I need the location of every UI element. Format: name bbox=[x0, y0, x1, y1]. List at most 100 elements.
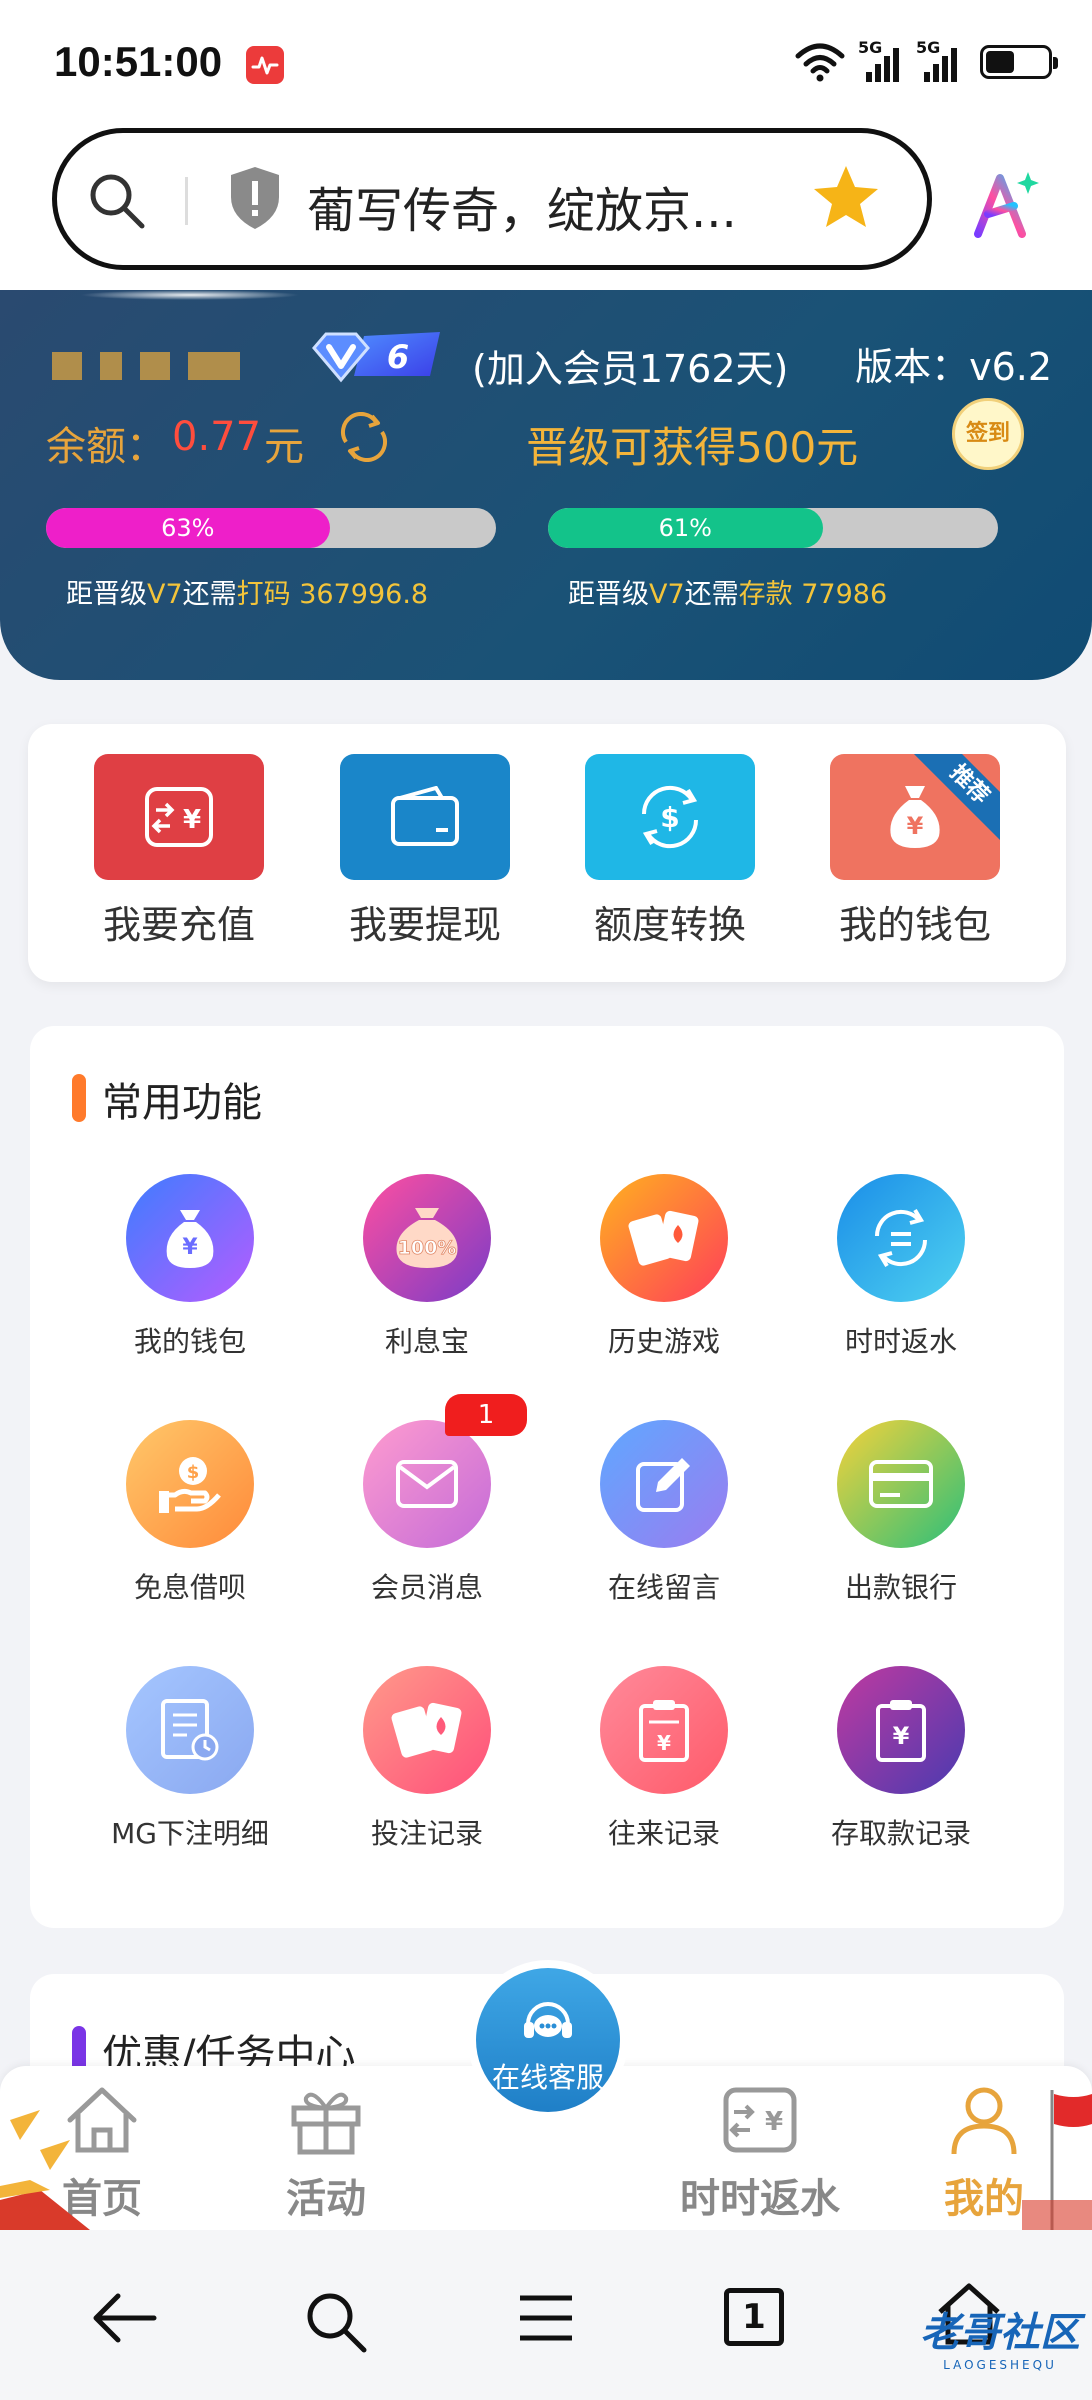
svg-text:¥: ¥ bbox=[182, 1235, 198, 1260]
withdraw-label: 我要提现 bbox=[348, 903, 501, 947]
header-glow bbox=[80, 290, 300, 300]
func-label: 会员消息 bbox=[370, 1571, 483, 1604]
func-label: 历史游戏 bbox=[607, 1325, 720, 1358]
address-text[interactable]: 葡写传奇，绽放京... bbox=[307, 171, 737, 241]
func-rebate[interactable]: 时时返水 bbox=[801, 1174, 1001, 1360]
svg-text:6: 6 bbox=[387, 338, 409, 376]
username-blurred bbox=[52, 352, 240, 380]
func-game-history[interactable]: 历史游戏 bbox=[564, 1174, 764, 1360]
ai-assistant-icon[interactable] bbox=[970, 168, 1042, 238]
bookmark-star-icon[interactable] bbox=[811, 163, 881, 231]
festive-decoration-left bbox=[0, 2110, 90, 2230]
bet-detail-icon bbox=[126, 1666, 254, 1794]
svg-text:¥: ¥ bbox=[893, 1722, 910, 1750]
bet-record-icon bbox=[363, 1666, 491, 1794]
upgrade-reward-text: 晋级可获得500元 bbox=[526, 423, 859, 472]
func-my-wallet[interactable]: ¥ 我的钱包 bbox=[90, 1174, 290, 1360]
search-nav-icon[interactable] bbox=[302, 2288, 372, 2354]
transfer-icon: $ bbox=[585, 754, 755, 880]
func-withdraw-bank[interactable]: 出款银行 bbox=[801, 1420, 1001, 1606]
menu-icon[interactable] bbox=[516, 2288, 576, 2348]
notification-app-icon bbox=[246, 46, 284, 84]
svg-text:¥: ¥ bbox=[765, 2107, 783, 2137]
func-label: 往来记录 bbox=[607, 1817, 720, 1850]
address-divider bbox=[185, 177, 188, 225]
bet-progress-bar: 63% bbox=[46, 508, 496, 548]
svg-text:100%: 100% bbox=[398, 1237, 457, 1259]
svg-text:¥: ¥ bbox=[183, 805, 201, 835]
status-bar: 10:51:00 5G 5G bbox=[0, 0, 1092, 120]
bet-progress-percent: 63% bbox=[161, 514, 215, 542]
vip-level-badge: 6 bbox=[312, 332, 440, 383]
watermark-logo: 老哥社区 LAOGESHEQU bbox=[920, 2310, 1080, 2372]
recharge-label: 我要充值 bbox=[102, 903, 255, 947]
signal-5g-icon: 5G bbox=[858, 38, 904, 82]
tab-rebate[interactable]: ¥ 时时返水 bbox=[680, 2084, 840, 2224]
signin-button[interactable]: 签到 bbox=[952, 398, 1024, 470]
signal-5g-icon-2: 5G bbox=[916, 38, 962, 82]
func-interest[interactable]: 100% 利息宝 bbox=[327, 1174, 527, 1360]
func-label: 存取款记录 bbox=[830, 1817, 971, 1850]
tab-mine[interactable]: 我的 bbox=[944, 2084, 1024, 2224]
back-arrow-icon[interactable] bbox=[88, 2288, 160, 2348]
tabs-count-button[interactable]: 1 bbox=[724, 2288, 784, 2346]
online-support-button[interactable]: 在线客服 bbox=[468, 1960, 628, 2120]
member-header: 6 (加入会员1762天) 版本：v6.2 余额： 0.77 元 晋级可获得50… bbox=[0, 290, 1092, 680]
rebate-icon bbox=[837, 1174, 965, 1302]
svg-text:¥: ¥ bbox=[657, 1731, 671, 1755]
transfer-button[interactable]: $ 额度转换 bbox=[585, 754, 755, 949]
shield-icon[interactable] bbox=[227, 165, 283, 231]
unread-badge: 1 bbox=[445, 1394, 527, 1436]
loan-icon: $ bbox=[126, 1420, 254, 1548]
func-label: 在线留言 bbox=[607, 1571, 720, 1604]
recharge-icon: ¥ bbox=[94, 754, 264, 880]
func-label: MG下注明细 bbox=[111, 1817, 269, 1850]
balance-value: 0.77 bbox=[172, 414, 262, 460]
address-bar[interactable]: 葡写传奇，绽放京... bbox=[52, 128, 932, 270]
svg-text:$: $ bbox=[660, 801, 679, 834]
member-join-days: (加入会员1762天) bbox=[472, 347, 789, 391]
balance-unit: 元 bbox=[264, 424, 304, 470]
mail-icon bbox=[363, 1420, 491, 1548]
tab-activity-label: 活动 bbox=[286, 2176, 366, 2222]
tab-rebate-label: 时时返水 bbox=[680, 2176, 840, 2222]
func-label: 投注记录 bbox=[370, 1817, 483, 1850]
search-icon[interactable] bbox=[87, 171, 147, 231]
balance-label: 余额： bbox=[46, 424, 166, 470]
money-bag-icon: ¥ bbox=[126, 1174, 254, 1302]
cards-icon bbox=[600, 1174, 728, 1302]
interest-bag-icon: 100% bbox=[363, 1174, 491, 1302]
func-mg-bet-detail[interactable]: MG下注明细 bbox=[90, 1666, 290, 1852]
rebate-tab-icon: ¥ bbox=[723, 2087, 797, 2153]
svg-text:¥: ¥ bbox=[907, 812, 924, 840]
recharge-button[interactable]: ¥ 我要充值 bbox=[94, 754, 264, 949]
edit-icon bbox=[600, 1420, 728, 1548]
my-wallet-label: 我的钱包 bbox=[838, 903, 991, 947]
func-bet-record[interactable]: 投注记录 bbox=[327, 1666, 527, 1852]
my-wallet-button[interactable]: ¥ 推荐 我的钱包 bbox=[830, 754, 1000, 949]
bet-progress-fill: 63% bbox=[46, 508, 330, 548]
wifi-icon bbox=[795, 43, 845, 82]
tab-activity[interactable]: 活动 bbox=[286, 2084, 366, 2224]
refresh-icon[interactable] bbox=[336, 412, 392, 462]
func-leave-message[interactable]: 在线留言 bbox=[564, 1420, 764, 1606]
money-bag-icon: ¥ 推荐 bbox=[830, 754, 1000, 880]
func-label: 出款银行 bbox=[844, 1571, 957, 1604]
support-circle: 在线客服 bbox=[476, 1968, 620, 2112]
func-messages[interactable]: 1 会员消息 bbox=[327, 1394, 527, 1606]
func-loan[interactable]: $ 免息借呗 bbox=[90, 1420, 290, 1606]
transfer-label: 额度转换 bbox=[593, 903, 746, 947]
battery-icon bbox=[980, 45, 1058, 79]
tab-mine-label: 我的 bbox=[944, 2176, 1024, 2222]
func-deposit-record[interactable]: ¥ 存取款记录 bbox=[801, 1666, 1001, 1852]
withdraw-button[interactable]: 我要提现 bbox=[340, 754, 510, 949]
online-support-label: 在线客服 bbox=[491, 2061, 604, 2094]
gift-icon bbox=[291, 2092, 361, 2155]
app-version: 版本：v6.2 bbox=[855, 345, 1052, 389]
headset-chat-icon bbox=[524, 2002, 572, 2038]
status-time: 10:51:00 bbox=[54, 38, 223, 85]
user-icon bbox=[951, 2087, 1017, 2155]
browser-bar: 葡写传奇，绽放京... bbox=[0, 120, 1092, 290]
func-transaction-record[interactable]: ¥ 往来记录 bbox=[564, 1666, 764, 1852]
transaction-icon: ¥ bbox=[600, 1666, 728, 1794]
